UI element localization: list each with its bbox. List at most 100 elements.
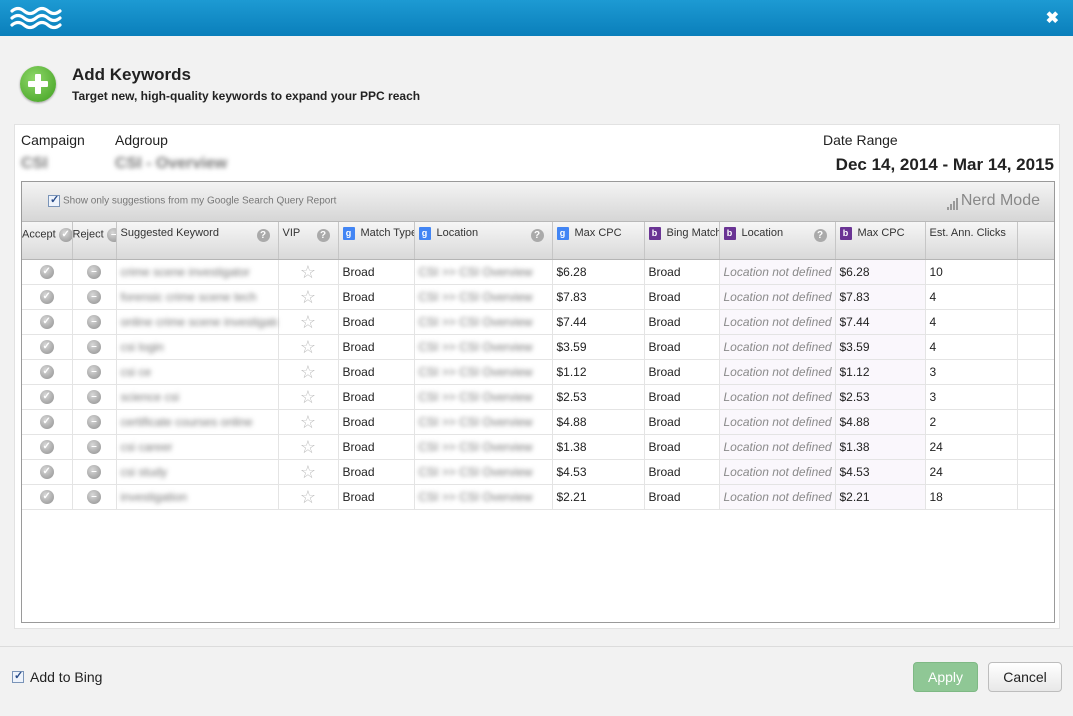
accept-icon[interactable]: ✓ (39, 314, 54, 329)
help-icon[interactable]: ? (256, 229, 270, 242)
max-cpc-cell[interactable]: $4.53 (552, 459, 645, 485)
bing-max-cpc-cell[interactable]: $7.83 (835, 284, 926, 310)
reject-all-icon[interactable]: – (106, 228, 115, 242)
location-cell[interactable]: CSI >> CSI Overview (414, 484, 553, 510)
max-cpc-cell[interactable]: $7.83 (552, 284, 645, 310)
bing-max-cpc-cell[interactable]: $4.88 (835, 409, 926, 435)
max-cpc-cell[interactable]: $1.38 (552, 434, 645, 460)
col-reject[interactable]: Reject – (72, 222, 117, 260)
location-cell[interactable]: CSI >> CSI Overview (414, 284, 553, 310)
col-clicks[interactable]: Est. Ann. Clicks (925, 222, 1018, 260)
add-to-bing-toggle[interactable]: Add to Bing (12, 669, 102, 685)
bing-max-cpc-cell[interactable]: $1.38 (835, 434, 926, 460)
location-cell[interactable]: CSI >> CSI Overview (414, 459, 553, 485)
accept-icon[interactable]: ✓ (39, 389, 54, 404)
star-icon[interactable]: ☆ (300, 287, 316, 307)
help-icon[interactable]: ? (530, 229, 544, 242)
bing-match-cell[interactable]: Broad (644, 359, 720, 385)
reject-icon[interactable]: – (87, 414, 101, 429)
bing-match-cell[interactable]: Broad (644, 259, 720, 285)
bing-location-cell[interactable]: Location not defined (719, 484, 836, 510)
bing-max-cpc-cell[interactable]: $4.53 (835, 459, 926, 485)
bing-match-cell[interactable]: Broad (644, 309, 720, 335)
reject-icon[interactable]: – (87, 314, 101, 329)
star-icon[interactable]: ☆ (300, 487, 316, 507)
cancel-button[interactable]: Cancel (988, 662, 1062, 692)
reject-icon[interactable]: – (87, 464, 101, 479)
location-cell[interactable]: CSI >> CSI Overview (414, 359, 553, 385)
bing-max-cpc-cell[interactable]: $3.59 (835, 334, 926, 360)
col-keyword[interactable]: Suggested Keyword ? (116, 222, 279, 260)
max-cpc-cell[interactable]: $2.53 (552, 384, 645, 410)
bing-max-cpc-cell[interactable]: $6.28 (835, 259, 926, 285)
sqr-filter-checkbox[interactable] (48, 193, 60, 207)
accept-icon[interactable]: ✓ (39, 364, 54, 379)
col-match-type[interactable]: g Match Type (338, 222, 415, 260)
bing-match-cell[interactable]: Broad (644, 284, 720, 310)
max-cpc-cell[interactable]: $3.59 (552, 334, 645, 360)
col-vip[interactable]: VIP ? (278, 222, 339, 260)
add-to-bing-checkbox[interactable] (12, 669, 24, 684)
star-icon[interactable]: ☆ (300, 412, 316, 432)
match-type-cell[interactable]: Broad (338, 284, 415, 310)
accept-icon[interactable]: ✓ (39, 439, 54, 454)
bing-max-cpc-cell[interactable]: $2.53 (835, 384, 926, 410)
bing-location-cell[interactable]: Location not defined (719, 259, 836, 285)
location-cell[interactable]: CSI >> CSI Overview (414, 309, 553, 335)
bing-location-cell[interactable]: Location not defined (719, 334, 836, 360)
max-cpc-cell[interactable]: $6.28 (552, 259, 645, 285)
apply-button[interactable]: Apply (913, 662, 978, 692)
bing-location-cell[interactable]: Location not defined (719, 384, 836, 410)
reject-icon[interactable]: – (87, 364, 101, 379)
bing-location-cell[interactable]: Location not defined (719, 459, 836, 485)
reject-icon[interactable]: – (87, 439, 101, 454)
accept-icon[interactable]: ✓ (39, 339, 54, 354)
col-bing-match[interactable]: b Bing Match (644, 222, 720, 260)
star-icon[interactable]: ☆ (300, 362, 316, 382)
accept-icon[interactable]: ✓ (39, 489, 54, 504)
location-cell[interactable]: CSI >> CSI Overview (414, 384, 553, 410)
location-cell[interactable]: CSI >> CSI Overview (414, 259, 553, 285)
accept-all-icon[interactable]: ✓ (58, 228, 71, 242)
nerd-mode-button[interactable]: Nerd Mode (946, 192, 1040, 210)
reject-icon[interactable]: – (87, 489, 101, 504)
bing-location-cell[interactable]: Location not defined (719, 309, 836, 335)
accept-icon[interactable]: ✓ (39, 414, 54, 429)
match-type-cell[interactable]: Broad (338, 309, 415, 335)
accept-icon[interactable]: ✓ (39, 289, 54, 304)
reject-icon[interactable]: – (87, 264, 101, 279)
match-type-cell[interactable]: Broad (338, 334, 415, 360)
match-type-cell[interactable]: Broad (338, 409, 415, 435)
accept-icon[interactable]: ✓ (39, 264, 54, 279)
bing-match-cell[interactable]: Broad (644, 484, 720, 510)
accept-icon[interactable]: ✓ (39, 464, 54, 479)
sqr-filter-toggle[interactable]: Show only suggestions from my Google Sea… (48, 193, 336, 207)
bing-max-cpc-cell[interactable]: $7.44 (835, 309, 926, 335)
close-icon[interactable]: ✖ (1046, 8, 1059, 28)
bing-match-cell[interactable]: Broad (644, 384, 720, 410)
max-cpc-cell[interactable]: $4.88 (552, 409, 645, 435)
match-type-cell[interactable]: Broad (338, 359, 415, 385)
bing-max-cpc-cell[interactable]: $1.12 (835, 359, 926, 385)
col-max-cpc[interactable]: g Max CPC (552, 222, 645, 260)
reject-icon[interactable]: – (87, 339, 101, 354)
match-type-cell[interactable]: Broad (338, 384, 415, 410)
help-icon[interactable]: ? (813, 229, 827, 242)
bing-match-cell[interactable]: Broad (644, 334, 720, 360)
star-icon[interactable]: ☆ (300, 437, 316, 457)
match-type-cell[interactable]: Broad (338, 434, 415, 460)
bing-location-cell[interactable]: Location not defined (719, 284, 836, 310)
max-cpc-cell[interactable]: $7.44 (552, 309, 645, 335)
bing-max-cpc-cell[interactable]: $2.21 (835, 484, 926, 510)
col-bing-location[interactable]: b Location ? (719, 222, 836, 260)
star-icon[interactable]: ☆ (300, 312, 316, 332)
max-cpc-cell[interactable]: $2.21 (552, 484, 645, 510)
location-cell[interactable]: CSI >> CSI Overview (414, 334, 553, 360)
col-location[interactable]: g Location ? (414, 222, 553, 260)
star-icon[interactable]: ☆ (300, 387, 316, 407)
match-type-cell[interactable]: Broad (338, 484, 415, 510)
bing-location-cell[interactable]: Location not defined (719, 434, 836, 460)
bing-location-cell[interactable]: Location not defined (719, 409, 836, 435)
reject-icon[interactable]: – (87, 289, 101, 304)
match-type-cell[interactable]: Broad (338, 259, 415, 285)
